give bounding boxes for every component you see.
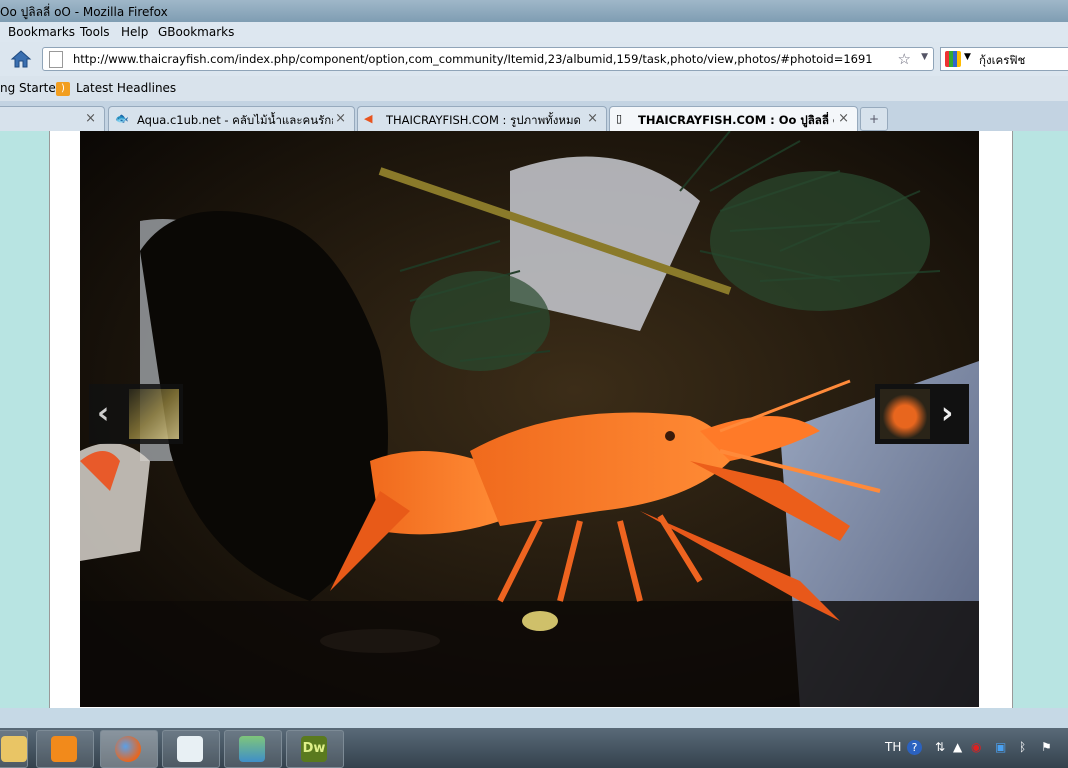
- navigation-toolbar: http://www.thaicrayfish.com/index.php/co…: [0, 42, 1068, 76]
- search-box[interactable]: ▼ กุ้งเครฟิช: [940, 47, 1068, 71]
- media-player-icon: [51, 736, 77, 762]
- tab-close-icon[interactable]: ×: [587, 111, 598, 126]
- rss-feed-icon: ): [56, 82, 70, 96]
- page-content: ‹ ›: [0, 131, 1068, 708]
- previous-photo-thumbnail: [129, 389, 179, 439]
- tab-aqua-club[interactable]: 🐟 Aqua.c1ub.net - คลับไม้น้ำและคนรักกุ้ง…: [108, 106, 355, 132]
- window-titlebar: Oo ปูลิลลี่ oO - Mozilla Firefox: [0, 0, 1068, 22]
- fish-favicon-icon: 🐟: [115, 112, 129, 125]
- folder-icon: [1, 736, 27, 762]
- home-icon[interactable]: [10, 49, 32, 69]
- feather-icon: [177, 736, 203, 762]
- antivirus-icon[interactable]: ◉: [971, 740, 981, 754]
- chevron-left-icon: ‹: [97, 396, 110, 431]
- tab-label: THAICRAYFISH.COM : Oo ปูลิลลี่ oO: [638, 113, 834, 127]
- next-photo-button[interactable]: ›: [875, 384, 969, 444]
- bluetooth-icon[interactable]: ᛒ: [1019, 740, 1026, 754]
- network-icon[interactable]: ⇅: [935, 740, 945, 754]
- menu-bar: Bookmarks Tools Help GBookmarks: [0, 22, 1068, 42]
- feather-app-button[interactable]: [162, 730, 220, 768]
- crayfish-photo: ‹ ›: [80, 131, 979, 707]
- show-hidden-icons[interactable]: ▲: [953, 740, 962, 754]
- firefox-button[interactable]: [100, 730, 158, 768]
- messenger-icon: [239, 736, 265, 762]
- url-bar[interactable]: http://www.thaicrayfish.com/index.php/co…: [42, 47, 934, 71]
- search-input[interactable]: กุ้งเครฟิช: [979, 52, 1025, 70]
- action-center-flag-icon[interactable]: ⚑: [1041, 740, 1052, 754]
- tab-label: Aqua.c1ub.net - คลับไม้น้ำและคนรักกุ้ง: [137, 113, 333, 127]
- menu-gbookmarks[interactable]: GBookmarks: [158, 25, 234, 39]
- tab-thaicrayfish-all-photos[interactable]: ◀ THAICRAYFISH.COM : รูปภาพทั้งหมด ×: [357, 106, 607, 132]
- search-engine-dropdown-icon[interactable]: ▼: [964, 52, 971, 62]
- tab-close-icon[interactable]: ×: [335, 111, 346, 126]
- page-icon: [49, 51, 63, 68]
- firefox-icon: [115, 736, 141, 762]
- tab-strip: × 🐟 Aqua.c1ub.net - คลับไม้น้ำและคนรักกุ…: [0, 101, 1068, 132]
- url-text[interactable]: http://www.thaicrayfish.com/index.php/co…: [73, 52, 873, 66]
- bookmark-latest-headlines[interactable]: Latest Headlines: [76, 81, 176, 95]
- dreamweaver-button[interactable]: Dw: [286, 730, 344, 768]
- tab-close-icon[interactable]: ×: [85, 111, 96, 126]
- menu-help[interactable]: Help: [121, 25, 148, 39]
- previous-photo-button[interactable]: ‹: [89, 384, 183, 444]
- windows-taskbar: Dw TH ? ⇅ ▲ ◉ ▣ ᛒ ⚑: [0, 708, 1068, 768]
- system-tray: TH ? ⇅ ▲ ◉ ▣ ᛒ ⚑: [873, 730, 1068, 768]
- menu-bookmarks[interactable]: Bookmarks: [8, 25, 75, 39]
- help-icon[interactable]: ?: [907, 740, 922, 755]
- explorer-button[interactable]: [0, 730, 28, 768]
- bookmark-getting-started[interactable]: ng Started: [0, 81, 63, 95]
- tab-hidden[interactable]: ×: [0, 106, 105, 132]
- chevron-right-icon: ›: [941, 396, 954, 431]
- search-engine-icon[interactable]: [945, 51, 961, 67]
- bookmark-star-icon[interactable]: ☆: [898, 50, 911, 68]
- page-favicon-icon: ▯: [616, 112, 623, 125]
- tab-label: THAICRAYFISH.COM : รูปภาพทั้งหมด: [386, 113, 580, 127]
- messenger-button[interactable]: [224, 730, 282, 768]
- tab-thaicrayfish-photo[interactable]: ▯ THAICRAYFISH.COM : Oo ปูลิลลี่ oO ×: [609, 106, 858, 132]
- crayfish-favicon-icon: ◀: [364, 112, 373, 125]
- crayfish-photo-image: [80, 131, 979, 707]
- bookmarks-toolbar: ng Started ) Latest Headlines: [0, 76, 1068, 101]
- network-status-icon[interactable]: ▣: [995, 740, 1006, 754]
- language-indicator[interactable]: TH: [885, 740, 901, 754]
- tab-close-icon[interactable]: ×: [838, 111, 849, 126]
- url-dropdown-icon[interactable]: ▼: [921, 52, 928, 62]
- menu-tools[interactable]: Tools: [80, 25, 110, 39]
- next-photo-thumbnail: [880, 389, 930, 439]
- dreamweaver-icon: Dw: [301, 736, 327, 762]
- new-tab-button[interactable]: +: [860, 107, 888, 131]
- media-player-button[interactable]: [36, 730, 94, 768]
- window-title: Oo ปูลิลลี่ oO - Mozilla Firefox: [0, 5, 168, 19]
